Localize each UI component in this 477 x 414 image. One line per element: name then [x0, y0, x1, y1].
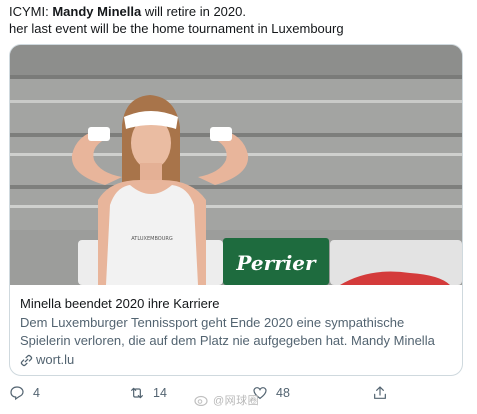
tweet-line-1-rest: will retire in 2020.: [141, 4, 246, 19]
like-count: 48: [276, 386, 290, 400]
mentioned-name[interactable]: Mandy Minella: [52, 4, 141, 19]
tweet-prefix: ICYMI:: [9, 4, 53, 19]
reply-icon: [10, 386, 24, 401]
shirt-text: ATLUXEMBOURG: [131, 236, 173, 242]
reply-button[interactable]: 4: [9, 385, 40, 401]
card-body: Minella beendet 2020 ihre Karriere Dem L…: [10, 285, 462, 369]
tweet-text: ICYMI: Mandy Minella will retire in 2020…: [9, 3, 469, 37]
card-image[interactable]: Perrier ATLUXEMBOURG: [10, 45, 462, 285]
link-icon: [20, 354, 33, 366]
card-description: Dem Luxemburger Tennissport geht Ende 20…: [20, 315, 435, 348]
watermark-text: @网球圈: [213, 395, 260, 407]
watermark: @网球圈: [194, 392, 259, 408]
tennis-player-photo: Perrier ATLUXEMBOURG: [10, 45, 462, 285]
retweet-button[interactable]: 14: [129, 385, 167, 401]
link-card[interactable]: Perrier ATLUXEMBOURG Minella beendet 202…: [9, 44, 463, 376]
reply-count: 4: [33, 386, 40, 400]
card-domain[interactable]: wort.lu: [20, 351, 452, 369]
card-domain-text: wort.lu: [36, 352, 75, 367]
tweet-line-2: her last event will be the home tourname…: [9, 21, 344, 36]
share-button[interactable]: [372, 385, 388, 401]
card-title[interactable]: Minella beendet 2020 ihre Karriere: [20, 295, 452, 312]
share-icon: [374, 386, 386, 399]
retweet-count: 14: [153, 386, 167, 400]
perrier-text: Perrier: [235, 251, 317, 275]
tweet-line-1: ICYMI: Mandy Minella will retire in 2020…: [9, 3, 469, 20]
weibo-logo-icon: [194, 395, 208, 406]
retweet-icon: [131, 387, 143, 399]
